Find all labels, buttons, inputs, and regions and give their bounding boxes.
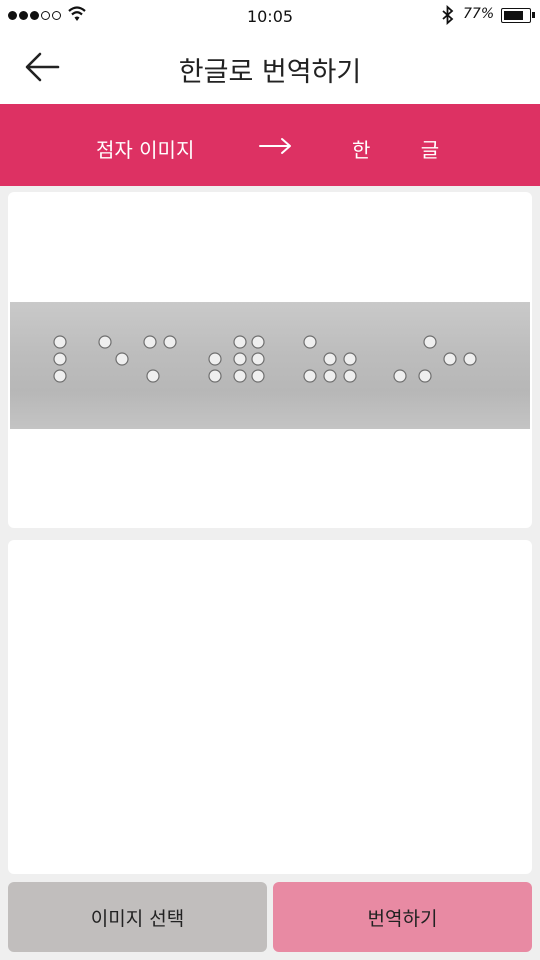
battery-percent: 77% [463, 6, 495, 22]
app-header: 한글로 번역하기 [0, 32, 540, 104]
battery-level-fill [504, 11, 523, 20]
bluetooth-icon [442, 5, 454, 25]
braille-image [10, 302, 530, 429]
translation-direction-banner: 점자 이미지 한 글 [0, 104, 540, 186]
translation-result-card [8, 540, 532, 874]
status-time: 10:05 [246, 7, 294, 26]
target-language-label: 한 글 [352, 138, 462, 162]
translate-button[interactable]: 번역하기 [273, 882, 532, 952]
battery-icon [501, 8, 531, 23]
source-language-label: 점자 이미지 [96, 138, 195, 162]
select-image-button[interactable]: 이미지 선택 [8, 882, 267, 952]
braille-image-card[interactable] [8, 192, 532, 528]
arrow-right-icon [259, 138, 291, 154]
page-title: 한글로 번역하기 [178, 57, 362, 88]
status-bar: 10:05 77% [0, 0, 540, 32]
